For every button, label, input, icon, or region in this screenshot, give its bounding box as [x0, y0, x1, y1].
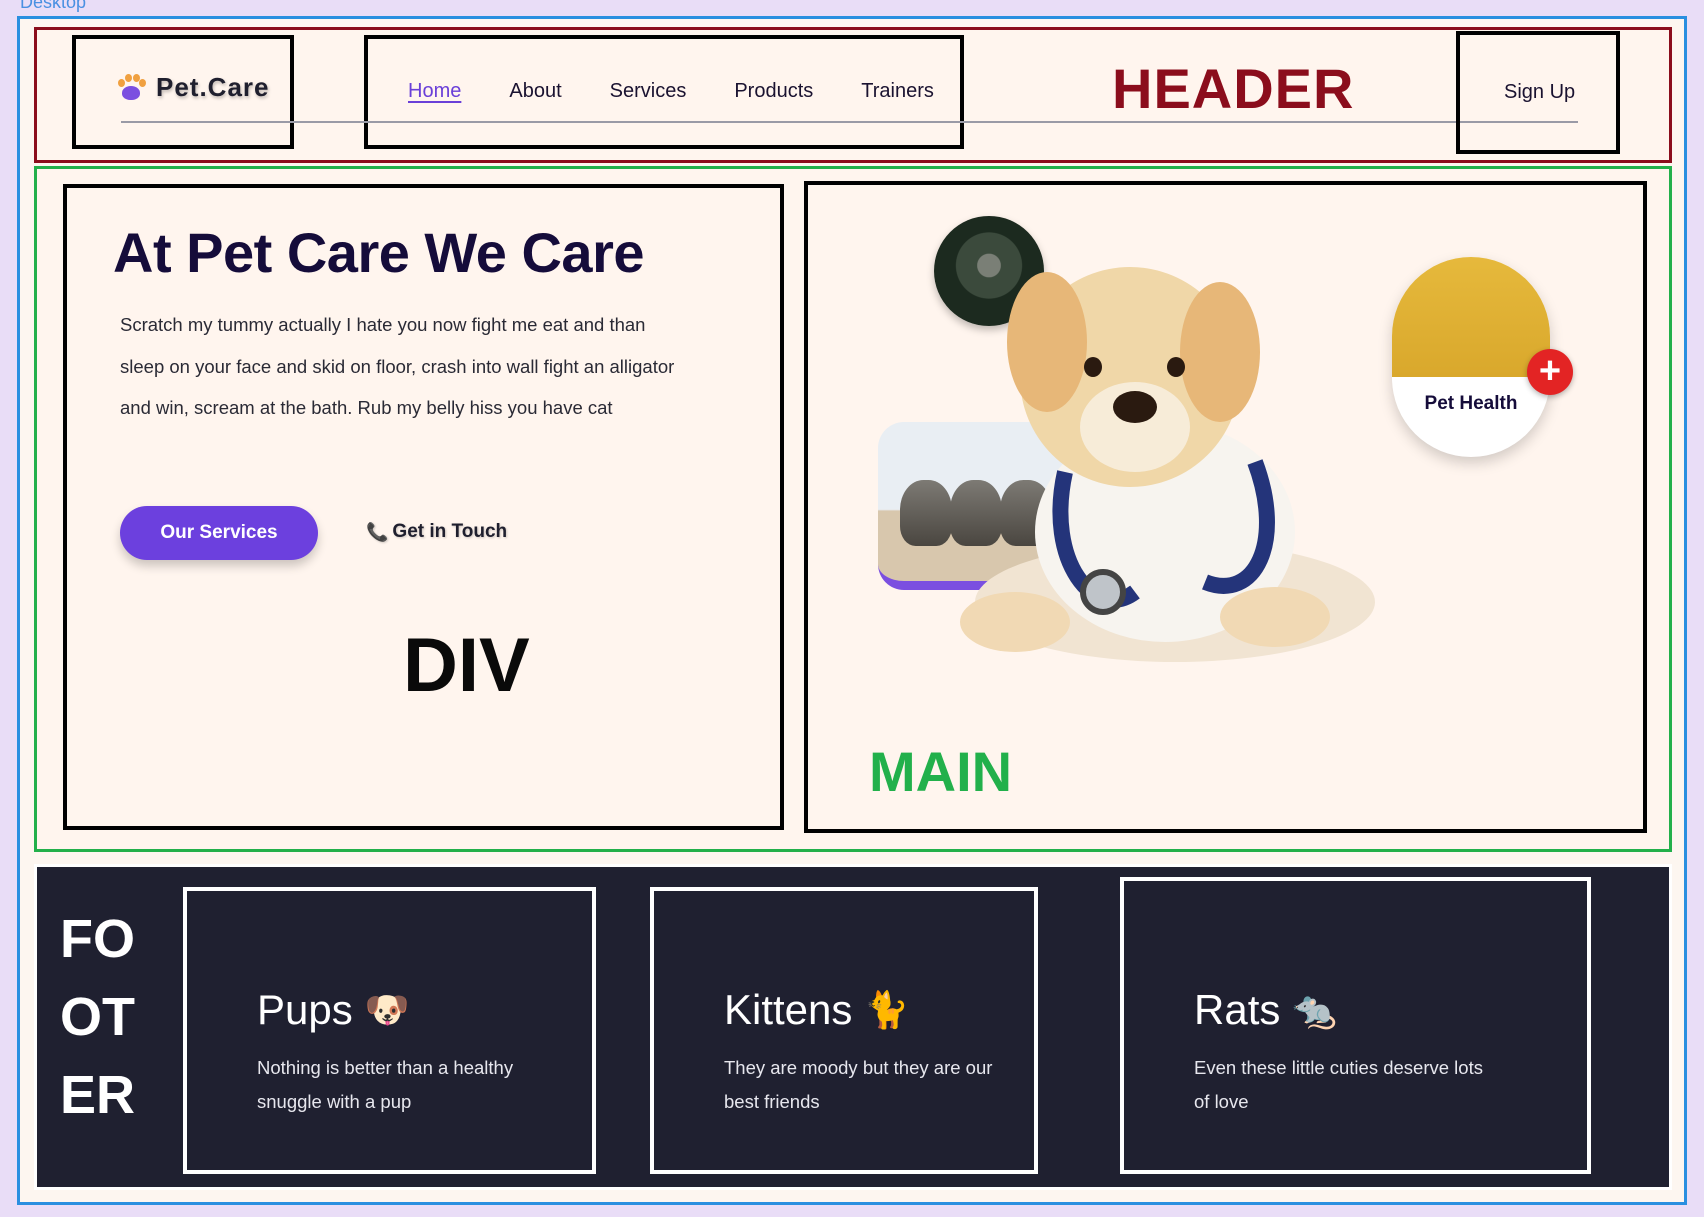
pups-description: Nothing is better than a healthy snuggle… — [257, 1057, 514, 1112]
get-in-touch-label: Get in Touch — [392, 521, 508, 542]
nav-item-about[interactable]: About — [509, 80, 561, 103]
nav-item-trainers[interactable]: Trainers — [861, 80, 934, 103]
rats-title: Rats — [1194, 986, 1281, 1033]
card-title: Rats 🐀 — [1194, 986, 1337, 1034]
frame-label: Desktop — [20, 0, 87, 12]
footer-tag-line: OT — [60, 987, 135, 1047]
cat-icon: 🐈 — [864, 989, 910, 1030]
paw-icon — [116, 73, 146, 103]
signup-button[interactable]: Sign Up — [1504, 81, 1575, 104]
kittens-card[interactable]: Kittens 🐈 They are moody but they are ou… — [650, 887, 1038, 1174]
hero-title: At Pet Care We Care — [113, 221, 645, 284]
card-title: Pups 🐶 — [257, 986, 410, 1034]
card-title: Kittens 🐈 — [724, 986, 909, 1034]
plus-icon[interactable]: + — [1527, 349, 1573, 395]
logo[interactable]: Pet.Care — [116, 72, 270, 103]
pet-health-label: Pet Health — [1424, 393, 1518, 414]
logo-text: Pet.Care — [156, 72, 270, 102]
hero-text: Scratch my tummy actually I hate you now… — [120, 314, 675, 418]
pups-card[interactable]: Pups 🐶 Nothing is better than a healthy … — [183, 887, 596, 1174]
rat-icon: 🐀 — [1292, 989, 1338, 1030]
footer-tag-line: FO — [60, 909, 135, 969]
main-nav: Home About Services Products Trainers — [408, 80, 934, 103]
rats-description: Even these little cuties deserve lots of… — [1194, 1057, 1483, 1112]
nav-item-products[interactable]: Products — [734, 80, 813, 103]
dog-face-icon: 🐶 — [364, 989, 410, 1030]
nav-item-home[interactable]: Home — [408, 80, 461, 103]
pet-health-dog-image — [1392, 257, 1550, 377]
get-in-touch-button[interactable]: 📞 Get in Touch — [366, 521, 507, 543]
pet-health-card[interactable]: Pet Health — [1392, 257, 1550, 457]
rats-card[interactable]: Rats 🐀 Even these little cuties deserve … — [1120, 877, 1591, 1174]
header-divider — [121, 121, 1578, 123]
footer-tag-line: ER — [60, 1065, 136, 1125]
pups-title: Pups — [257, 986, 353, 1033]
our-services-button[interactable]: Our Services — [120, 506, 318, 560]
phone-icon: 📞 — [366, 521, 389, 542]
div-annotation-label: DIV — [403, 623, 530, 708]
kittens-description: They are moody but they are our best fri… — [724, 1057, 993, 1112]
kittens-title: Kittens — [724, 986, 853, 1033]
header-annotation-label: HEADER — [1112, 57, 1355, 120]
footer-annotation-label: FO OT ER — [60, 900, 135, 1134]
puppy-doctor-image — [960, 267, 1375, 662]
nav-item-services[interactable]: Services — [610, 80, 687, 103]
main-annotation-label: MAIN — [869, 740, 1013, 803]
